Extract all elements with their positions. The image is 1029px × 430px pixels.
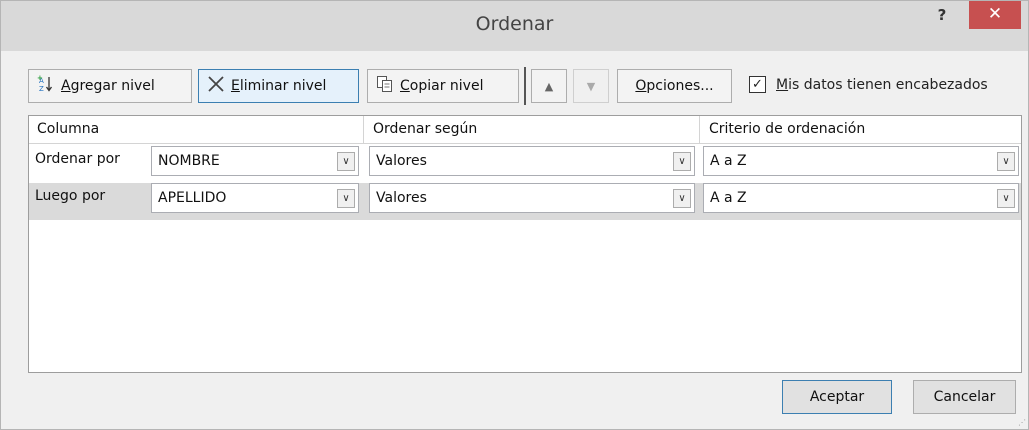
headers-checkbox-label: Mis datos tienen encabezados [776,76,988,93]
sort-add-icon: A Z + [37,74,55,97]
column-header-criterio: Criterio de ordenación [709,121,866,137]
copy-level-button[interactable]: Copiar nivel [367,69,519,103]
row-label: Ordenar por [35,151,120,167]
help-button[interactable]: ? [927,3,957,31]
check-icon: ✓ [752,77,763,92]
column-header-ordenar-segun: Ordenar según [373,121,478,137]
column-select[interactable]: APELLIDO ∨ [151,183,359,213]
close-button[interactable]: ✕ [969,1,1021,29]
headers-checkbox[interactable]: ✓ [749,76,766,93]
row-label: Luego por [35,188,106,204]
sort-on-select[interactable]: Valores ∨ [369,183,695,213]
ok-button[interactable]: Aceptar [782,380,892,414]
delete-level-label: Eliminar nivel [231,78,327,94]
grid-header: Columna Ordenar según Criterio de ordena… [29,116,1021,144]
headers-checkbox-row[interactable]: ✓ Mis datos tienen encabezados [749,76,988,93]
chevron-down-icon[interactable]: ∨ [337,189,355,208]
chevron-down-icon[interactable]: ∨ [997,152,1015,171]
order-select[interactable]: A a Z ∨ [703,146,1019,176]
svg-text:+: + [37,75,43,82]
sort-levels-grid: Columna Ordenar según Criterio de ordena… [28,115,1022,373]
chevron-down-icon[interactable]: ∨ [997,189,1015,208]
resize-grip-icon[interactable]: ⋰ [1018,418,1026,427]
column-header-columna: Columna [37,121,100,137]
sort-level-row-selected[interactable]: Luego por APELLIDO ∨ Valores ∨ A a Z ∨ [29,183,1021,220]
header-divider [363,116,364,144]
options-button[interactable]: Opciones... [617,69,732,103]
column-select[interactable]: NOMBRE ∨ [151,146,359,176]
close-icon: ✕ [987,4,1003,24]
arrow-up-icon: ▲ [544,79,554,93]
header-divider [699,116,700,144]
chevron-down-icon[interactable]: ∨ [673,189,691,208]
cancel-button[interactable]: Cancelar [913,380,1016,414]
svg-text:Z: Z [39,85,44,93]
delete-x-icon [207,75,225,97]
add-level-button[interactable]: A Z + Agregar nivel [28,69,192,103]
title-bar[interactable]: Ordenar ? ✕ [1,1,1028,51]
copy-level-label: Copiar nivel [400,78,484,94]
sort-level-row[interactable]: Ordenar por NOMBRE ∨ Valores ∨ A a Z ∨ [29,146,1021,183]
move-up-button[interactable]: ▲ [531,69,567,103]
window-title: Ordenar [475,13,554,35]
chevron-down-icon[interactable]: ∨ [337,152,355,171]
order-select[interactable]: A a Z ∨ [703,183,1019,213]
copy-icon [376,75,394,97]
add-level-label: Agregar nivel [61,78,155,94]
toolbar-separator [524,67,526,105]
arrow-down-icon: ▼ [586,79,596,93]
sort-on-select[interactable]: Valores ∨ [369,146,695,176]
chevron-down-icon[interactable]: ∨ [673,152,691,171]
delete-level-button[interactable]: Eliminar nivel [198,69,359,103]
options-label: Opciones... [635,78,714,94]
sort-dialog: Ordenar ? ✕ A Z + Agregar nivel Eliminar… [0,0,1029,430]
move-down-button[interactable]: ▼ [573,69,609,103]
